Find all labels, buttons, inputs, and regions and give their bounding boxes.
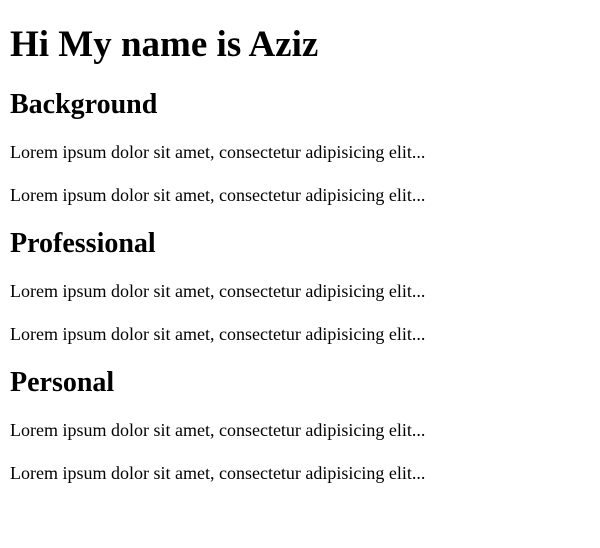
section-paragraph: Lorem ipsum dolor sit amet, consectetur … bbox=[10, 142, 426, 162]
section-paragraph: Lorem ipsum dolor sit amet, consectetur … bbox=[10, 420, 426, 440]
section-paragraph: Lorem ipsum dolor sit amet, consectetur … bbox=[10, 185, 426, 205]
section-heading-personal: Personal bbox=[10, 367, 115, 398]
section-heading-professional: Professional bbox=[10, 228, 156, 259]
section-personal: Personal Lorem ipsum dolor sit amet, con… bbox=[10, 367, 590, 484]
page: Hi My name is Aziz Background Lorem ipsu… bbox=[0, 0, 600, 548]
page-title: Hi My name is Aziz bbox=[10, 24, 319, 65]
section-paragraph: Lorem ipsum dolor sit amet, consectetur … bbox=[10, 324, 426, 344]
section-background: Background Lorem ipsum dolor sit amet, c… bbox=[10, 89, 590, 206]
section-paragraph: Lorem ipsum dolor sit amet, consectetur … bbox=[10, 463, 426, 483]
section-heading-background: Background bbox=[10, 89, 158, 120]
section-paragraph: Lorem ipsum dolor sit amet, consectetur … bbox=[10, 281, 426, 301]
section-professional: Professional Lorem ipsum dolor sit amet,… bbox=[10, 228, 590, 345]
